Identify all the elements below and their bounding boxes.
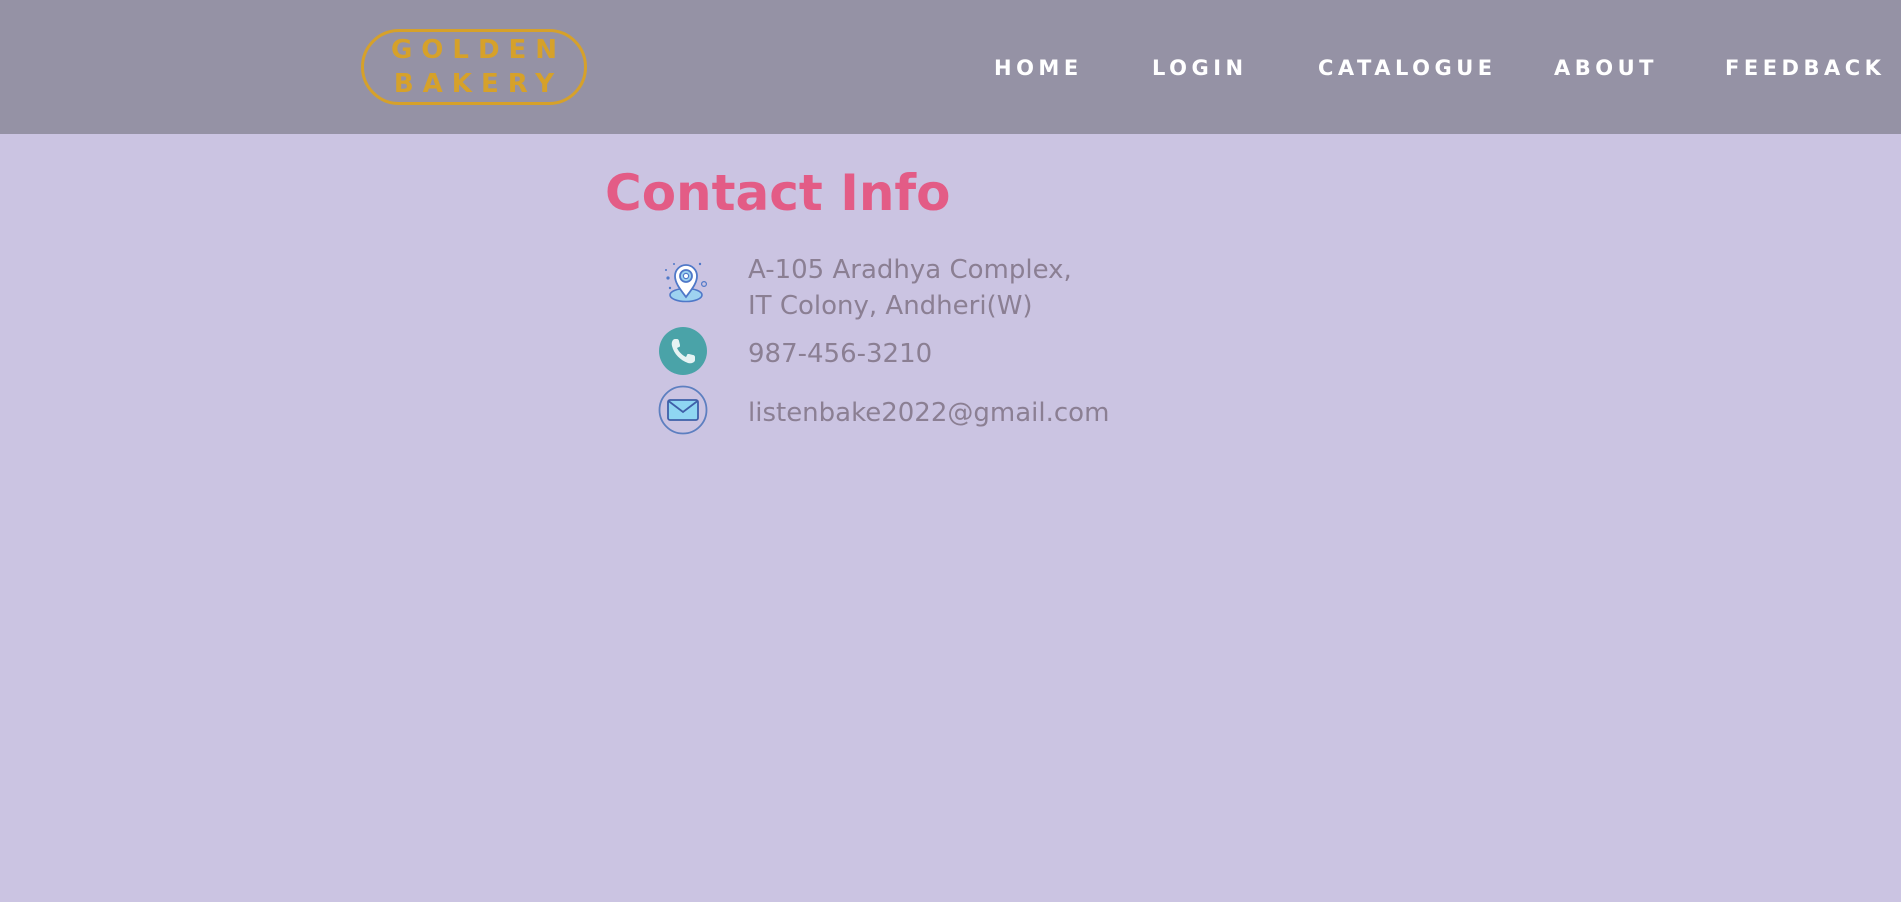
nav-about-link[interactable]: ABOUT	[1554, 50, 1658, 86]
location-pin-icon	[660, 256, 712, 308]
site-header: GOLDEN BAKERY HOME LOGIN CATALOGUE ABOUT…	[0, 0, 1901, 134]
nav-catalogue-link[interactable]: CATALOGUE	[1318, 50, 1497, 86]
contact-title: Contact Info	[605, 164, 951, 222]
nav-login-link[interactable]: LOGIN	[1152, 50, 1248, 86]
nav-feedback-link[interactable]: FEEDBACK	[1725, 50, 1885, 86]
address-line-1: A-105 Aradhya Complex,	[748, 255, 1072, 285]
email-icon	[658, 385, 708, 435]
address-line-2: IT Colony, Andheri(W)	[748, 291, 1033, 321]
nav-home-link[interactable]: HOME	[994, 50, 1083, 86]
phone-number: 987-456-3210	[748, 339, 933, 369]
phone-icon	[658, 326, 708, 376]
email-address: listenbake2022@gmail.com	[748, 398, 1110, 428]
main-nav: HOME LOGIN CATALOGUE ABOUT FEEDBACK	[0, 50, 1901, 86]
